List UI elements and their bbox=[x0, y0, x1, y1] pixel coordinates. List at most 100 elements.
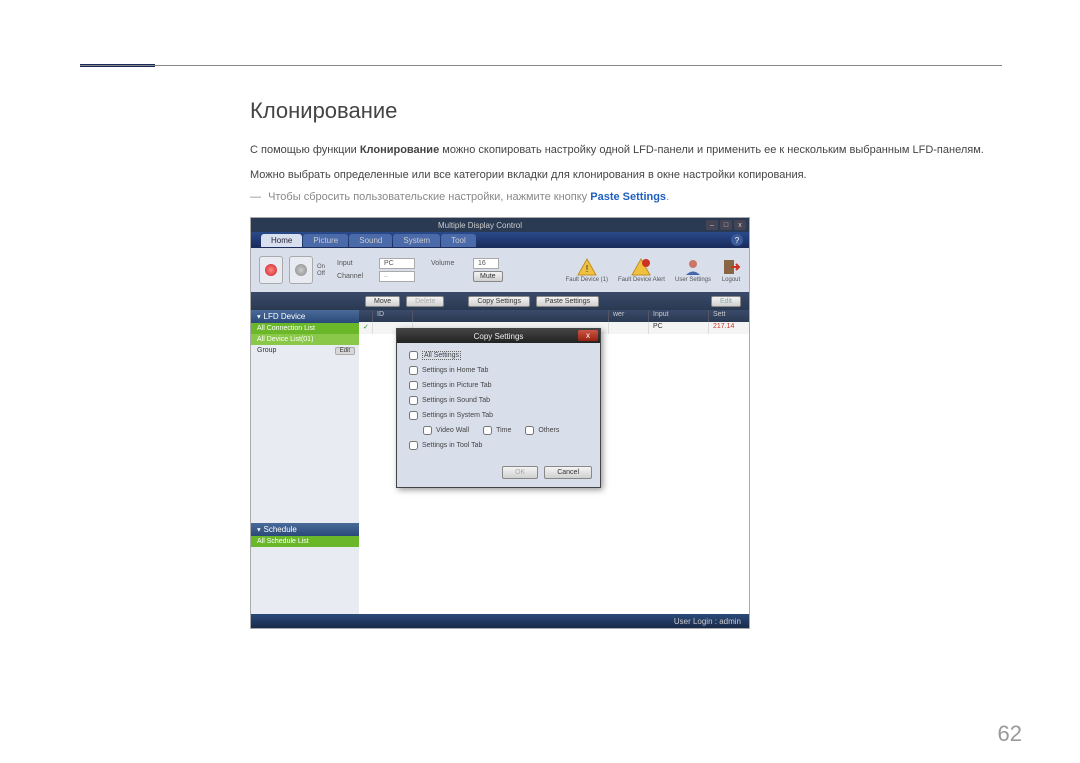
paragraph-1: С помощью функции Клонирование можно ско… bbox=[250, 142, 1002, 159]
sidebar-group-area bbox=[251, 357, 359, 523]
chk-time[interactable]: Time bbox=[483, 426, 511, 435]
page-number: 62 bbox=[998, 721, 1022, 747]
sidebar-schedule-header[interactable]: Schedule bbox=[251, 523, 359, 536]
chk-home-input[interactable] bbox=[409, 366, 418, 375]
chk-tool-input[interactable] bbox=[409, 441, 418, 450]
dialog-ok-button[interactable]: OK bbox=[502, 466, 538, 479]
chk-tool-tab[interactable]: Settings in Tool Tab bbox=[409, 441, 588, 450]
power-off-icon bbox=[295, 264, 307, 276]
grid-col-sett: Sett bbox=[709, 310, 749, 322]
sidebar-lfd-header[interactable]: LFD Device bbox=[251, 310, 359, 323]
chk-others-input[interactable] bbox=[525, 426, 534, 435]
para1-pre: С помощью функции bbox=[250, 144, 360, 156]
main-tabs: Home Picture Sound System Tool bbox=[261, 234, 477, 247]
sidebar: LFD Device All Connection List All Devic… bbox=[251, 310, 359, 614]
tab-home[interactable]: Home bbox=[261, 234, 302, 247]
system-subopts: Video Wall Time Others bbox=[423, 426, 588, 435]
power-on-button[interactable] bbox=[259, 256, 283, 284]
on-label: On bbox=[317, 264, 325, 270]
chk-vw-input[interactable] bbox=[423, 426, 432, 435]
chk-system-input[interactable] bbox=[409, 411, 418, 420]
chk-sound-input[interactable] bbox=[409, 396, 418, 405]
input-select[interactable]: PC bbox=[379, 258, 415, 269]
dialog-buttons: OK Cancel bbox=[397, 460, 600, 487]
channel-label: Channel bbox=[337, 273, 375, 280]
window-titlebar: Multiple Display Control – □ x bbox=[251, 218, 749, 232]
volume-label: Volume bbox=[431, 260, 469, 267]
close-button[interactable]: x bbox=[734, 220, 746, 230]
user-settings-icon[interactable]: User Settings bbox=[675, 258, 711, 283]
status-login: User Login : admin bbox=[674, 617, 741, 626]
note-line: ― Чтобы сбросить пользовательские настро… bbox=[250, 191, 1002, 203]
dialog-body: All Settings Settings in Home Tab Settin… bbox=[397, 343, 600, 460]
paragraph-2: Можно выбрать определенные или все катег… bbox=[250, 167, 1002, 184]
chk-picture-input[interactable] bbox=[409, 381, 418, 390]
header-line bbox=[80, 65, 1002, 66]
sidebar-group-row: Group Edit bbox=[251, 345, 359, 357]
volume-value[interactable]: 16 bbox=[473, 258, 499, 269]
para1-bold: Клонирование bbox=[360, 144, 439, 156]
tab-tool[interactable]: Tool bbox=[441, 234, 476, 247]
grid-col-id: ID bbox=[373, 310, 413, 322]
page-heading: Клонирование bbox=[250, 98, 1002, 124]
input-label: Input bbox=[337, 260, 375, 267]
chk-all-settings[interactable]: All Settings bbox=[409, 351, 588, 360]
grid-cell-check[interactable] bbox=[359, 322, 373, 334]
sidebar-edit-button[interactable]: Edit bbox=[335, 347, 355, 355]
app-tabbar: Home Picture Sound System Tool ? bbox=[251, 232, 749, 248]
power-off-button[interactable] bbox=[289, 256, 313, 284]
delete-button[interactable]: Delete bbox=[406, 296, 444, 307]
chk-sound-tab[interactable]: Settings in Sound Tab bbox=[409, 396, 588, 405]
dialog-close-button[interactable]: x bbox=[578, 330, 598, 341]
fault-device-icon[interactable]: !Fault Device (1) bbox=[566, 258, 608, 283]
dialog-cancel-button[interactable]: Cancel bbox=[544, 466, 592, 479]
paste-settings-button[interactable]: Paste Settings bbox=[536, 296, 599, 307]
grid-col-gap bbox=[413, 310, 609, 322]
grid-col-pwr: wer bbox=[609, 310, 649, 322]
sidebar-group-label: Group bbox=[257, 347, 276, 355]
maximize-button[interactable]: □ bbox=[720, 220, 732, 230]
page-header-rule bbox=[80, 64, 1002, 66]
edit-button-top[interactable]: Edit bbox=[711, 296, 741, 307]
grid-col-input: Input bbox=[649, 310, 709, 322]
para1-post: можно скопировать настройку одной LFD-па… bbox=[439, 144, 984, 156]
channel-select[interactable]: – bbox=[379, 271, 415, 282]
sidebar-schedule-area bbox=[251, 547, 359, 614]
dialog-title: Copy Settings x bbox=[397, 329, 600, 343]
chk-home-tab[interactable]: Settings in Home Tab bbox=[409, 366, 588, 375]
grid-cell-pwr bbox=[609, 322, 649, 334]
copy-settings-button[interactable]: Copy Settings bbox=[468, 296, 530, 307]
move-button[interactable]: Move bbox=[365, 296, 400, 307]
mute-button[interactable]: Mute bbox=[473, 271, 503, 282]
chk-time-input[interactable] bbox=[483, 426, 492, 435]
sidebar-all-schedule[interactable]: All Schedule List bbox=[251, 536, 359, 547]
tab-sound[interactable]: Sound bbox=[349, 234, 392, 247]
app-toolbar: On Off Input PC Channel – Volume 16 bbox=[251, 248, 749, 292]
app-screenshot: Multiple Display Control – □ x Home Pict… bbox=[250, 217, 750, 629]
chk-all-input[interactable] bbox=[409, 351, 418, 360]
tab-system[interactable]: System bbox=[393, 234, 440, 247]
note-dash: ― bbox=[250, 191, 261, 203]
grid-cell-input: PC bbox=[649, 322, 709, 334]
document-content: Клонирование С помощью функции Клонирова… bbox=[250, 98, 1002, 629]
tab-picture[interactable]: Picture bbox=[303, 234, 348, 247]
power-icon bbox=[265, 264, 277, 276]
action-button-row: Move Delete Copy Settings Paste Settings… bbox=[251, 292, 749, 310]
paste-settings-link[interactable]: Paste Settings bbox=[590, 191, 666, 203]
grid-header: ID wer Input Sett bbox=[359, 310, 749, 322]
minimize-button[interactable]: – bbox=[706, 220, 718, 230]
svg-text:!: ! bbox=[585, 264, 588, 275]
copy-settings-dialog: Copy Settings x All Settings Settings in… bbox=[396, 328, 601, 488]
chk-system-tab[interactable]: Settings in System Tab bbox=[409, 411, 588, 420]
sidebar-all-connections[interactable]: All Connection List bbox=[251, 323, 359, 334]
fault-alert-icon[interactable]: Fault Device Alert bbox=[618, 258, 665, 283]
chk-picture-tab[interactable]: Settings in Picture Tab bbox=[409, 381, 588, 390]
chk-others[interactable]: Others bbox=[525, 426, 559, 435]
logout-icon[interactable]: Logout bbox=[721, 258, 741, 283]
grid-cell-sett: 217.14 bbox=[709, 322, 749, 334]
help-button[interactable]: ? bbox=[731, 234, 743, 246]
grid-col-check bbox=[359, 310, 373, 322]
chk-video-wall[interactable]: Video Wall bbox=[423, 426, 469, 435]
sidebar-all-devices[interactable]: All Device List(01) bbox=[251, 334, 359, 345]
note-text: Чтобы сбросить пользовательские настройк… bbox=[268, 191, 590, 203]
